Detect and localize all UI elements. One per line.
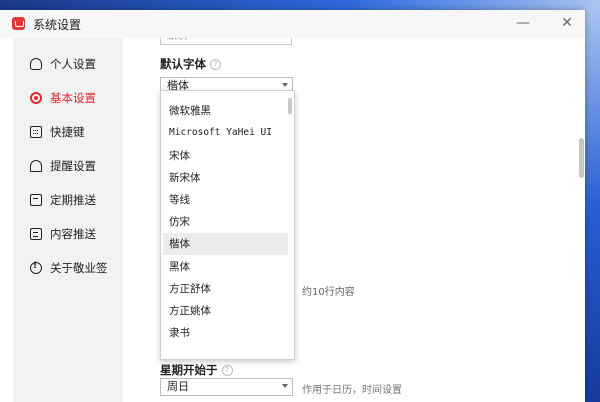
week-start-label-text: 星期开始于: [160, 363, 218, 377]
sidebar-item-label: 个人设置: [50, 57, 96, 71]
app-logo-icon: [12, 17, 25, 30]
minimize-button[interactable]: —: [508, 12, 538, 34]
content-scrollbar[interactable]: [579, 138, 584, 178]
font-option[interactable]: 宋体: [163, 145, 288, 167]
font-option[interactable]: 方正姚体: [163, 300, 288, 322]
dropdown-scrollbar[interactable]: [288, 98, 292, 114]
sidebar-item-about[interactable]: 关于敬业签: [13, 254, 123, 282]
user-icon: [30, 58, 42, 70]
week-start-label: 星期开始于?: [160, 362, 233, 378]
help-icon[interactable]: ?: [221, 365, 233, 376]
target-icon: [30, 92, 42, 104]
font-option[interactable]: 新宋体: [163, 167, 288, 189]
default-font-label: 默认字体?: [160, 56, 221, 72]
chevron-down-icon: [282, 83, 288, 87]
font-option[interactable]: Microsoft YaHei UI: [163, 122, 288, 144]
sidebar-item-reminders[interactable]: 提醒设置: [13, 152, 123, 180]
chevron-down-icon: [282, 384, 288, 388]
sidebar-item-label: 内容推送: [50, 227, 96, 241]
info-icon: [30, 261, 42, 274]
title-bar[interactable]: 系统设置 — ✕: [0, 10, 585, 38]
week-start-value: 周日: [167, 380, 189, 393]
sidebar-item-content-push[interactable]: 内容推送: [13, 220, 123, 248]
sidebar-item-scheduled-push[interactable]: 定期推送: [13, 186, 123, 214]
previous-select[interactable]: 默认: [160, 38, 292, 45]
bell-icon: [30, 160, 42, 172]
font-option-hovered[interactable]: 楷体: [163, 233, 288, 255]
document-icon: [30, 228, 42, 240]
sidebar-item-basic[interactable]: 基本设置: [13, 84, 123, 112]
sidebar-item-label: 关于敬业签: [50, 261, 108, 275]
sidebar-item-personal[interactable]: 个人设置: [13, 50, 123, 78]
keyboard-icon: [30, 126, 42, 138]
font-option[interactable]: 黑体: [163, 256, 288, 278]
week-start-select[interactable]: 周日: [160, 378, 293, 396]
calendar-icon: [30, 194, 42, 206]
help-icon[interactable]: ?: [210, 59, 221, 70]
sidebar-item-label: 提醒设置: [50, 159, 96, 173]
sidebar-item-label: 定期推送: [50, 193, 96, 207]
sidebar-item-shortcuts[interactable]: 快捷键: [13, 118, 123, 146]
font-option[interactable]: 方正舒体: [163, 278, 288, 300]
sidebar-item-label: 快捷键: [50, 125, 85, 139]
window-title: 系统设置: [33, 18, 82, 32]
sidebar: 个人设置 基本设置 快捷键 提醒设置 定期推送 内容推送 关于敬业签: [13, 38, 123, 402]
font-option[interactable]: 仿宋: [163, 211, 288, 233]
close-button[interactable]: ✕: [552, 12, 582, 34]
font-option[interactable]: 微软雅黑: [163, 100, 288, 122]
sidebar-item-label: 基本设置: [50, 91, 96, 105]
font-option[interactable]: 等线: [163, 189, 288, 211]
font-option[interactable]: 隶书: [163, 322, 288, 344]
rows-hint: 约10行内容: [302, 287, 355, 298]
font-dropdown-list[interactable]: 微软雅黑 Microsoft YaHei UI 宋体 新宋体 等线 仿宋 楷体 …: [160, 90, 295, 360]
default-font-label-text: 默认字体: [160, 57, 206, 71]
week-start-hint: 作用于日历，时间设置: [302, 385, 402, 396]
